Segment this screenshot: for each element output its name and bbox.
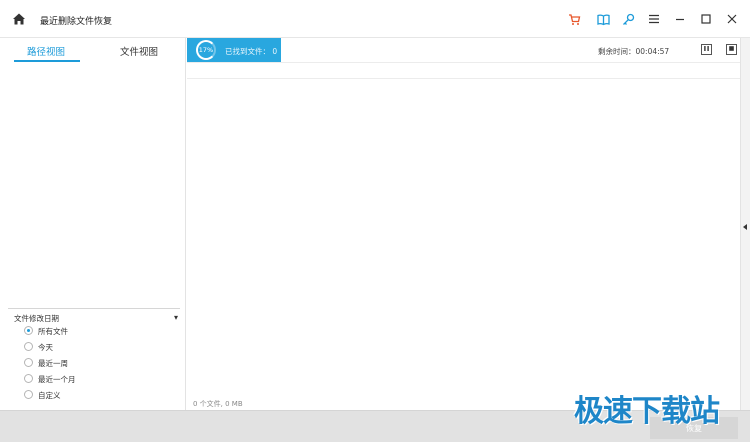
side-panel-toggle-strip — [740, 38, 750, 410]
close-icon[interactable] — [725, 12, 739, 26]
radio-label: 最近一个月 — [38, 375, 76, 384]
radio-label: 今天 — [38, 343, 53, 352]
time-remaining: 剩余时间：00:04:57 — [598, 47, 670, 56]
stop-icon — [728, 45, 735, 55]
tab-file-view[interactable]: 文件视图 — [120, 44, 158, 58]
file-list-area[interactable] — [187, 79, 740, 395]
radio-button[interactable] — [24, 374, 33, 383]
filter-option-custom[interactable]: 自定义 — [8, 389, 180, 405]
main-panel: 17% 已找到文件： 0 剩余时间：00:04:57 0 个文件, 0 MB — [187, 38, 740, 410]
radio-button[interactable] — [24, 326, 33, 335]
title-bar: 最近删除文件恢复 — [0, 0, 750, 38]
files-found-text: 已找到文件： 0 — [225, 47, 278, 56]
radio-label: 所有文件 — [38, 327, 68, 336]
sidebar: 路径视图 文件视图 文件修改日期 ▾ 所有文件 今天 最近一周 最近一个月 自定… — [0, 38, 186, 410]
radio-button[interactable] — [24, 358, 33, 367]
minimize-icon[interactable] — [673, 12, 687, 26]
watermark-logo: 极速下载站 — [574, 394, 720, 429]
filter-option-month[interactable]: 最近一个月 — [8, 373, 180, 389]
active-tab-indicator — [14, 60, 80, 62]
view-tabs: 路径视图 文件视图 — [0, 38, 185, 62]
date-filter-title: 文件修改日期 — [14, 314, 59, 323]
radio-button[interactable] — [24, 390, 33, 399]
home-icon[interactable] — [12, 12, 26, 26]
filter-option-today[interactable]: 今天 — [8, 341, 180, 357]
book-icon[interactable] — [596, 12, 610, 26]
filter-option-all[interactable]: 所有文件 — [8, 325, 180, 341]
radio-button[interactable] — [24, 342, 33, 351]
chevron-down-icon[interactable]: ▾ — [174, 313, 178, 322]
scan-progress-block: 17% 已找到文件： 0 — [187, 38, 281, 62]
stop-button[interactable] — [726, 44, 737, 55]
date-filter-header[interactable]: 文件修改日期 ▾ — [8, 309, 180, 325]
date-filter-panel: 文件修改日期 ▾ 所有文件 今天 最近一周 最近一个月 自定义 — [8, 308, 180, 405]
filter-option-week[interactable]: 最近一周 — [8, 357, 180, 373]
key-icon[interactable] — [621, 12, 635, 26]
maximize-icon[interactable] — [699, 12, 713, 26]
progress-ring: 17% — [196, 40, 216, 60]
radio-label: 自定义 — [38, 391, 61, 400]
menu-icon[interactable] — [647, 12, 661, 26]
file-count-status: 0 个文件, 0 MB — [193, 400, 243, 408]
app-title: 最近删除文件恢复 — [40, 17, 113, 27]
tab-path-view[interactable]: 路径视图 — [27, 44, 65, 58]
divider — [187, 62, 740, 63]
cart-icon[interactable] — [567, 12, 581, 26]
radio-label: 最近一周 — [38, 359, 68, 368]
pause-icon — [703, 45, 710, 55]
pause-button[interactable] — [701, 44, 712, 55]
chevron-left-icon[interactable] — [743, 224, 747, 230]
